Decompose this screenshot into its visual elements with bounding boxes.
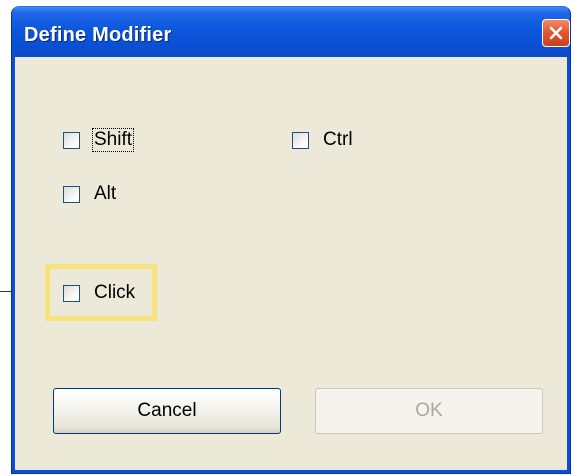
click-checkbox[interactable]: Click	[63, 281, 137, 305]
alt-checkbox-box[interactable]	[63, 185, 80, 203]
screenshot-stage: Define Modifier Shift Ctrl Alt Click Can…	[0, 0, 573, 476]
ctrl-checkbox-label: Ctrl	[323, 129, 353, 150]
close-button[interactable]	[542, 19, 570, 47]
alt-checkbox-label: Alt	[94, 183, 117, 204]
ok-button[interactable]: OK	[315, 388, 543, 434]
ctrl-checkbox-box[interactable]	[292, 131, 309, 149]
alt-checkbox[interactable]: Alt	[63, 182, 118, 206]
ctrl-checkbox[interactable]: Ctrl	[292, 128, 355, 152]
click-checkbox-box[interactable]	[63, 284, 80, 302]
shift-checkbox-label: Shift	[92, 128, 135, 152]
title-bar[interactable]: Define Modifier	[12, 7, 570, 57]
dialog-title: Define Modifier	[24, 24, 172, 46]
cancel-button[interactable]: Cancel	[53, 388, 281, 434]
close-icon	[549, 26, 563, 40]
click-checkbox-label: Click	[94, 282, 136, 303]
shift-checkbox-box[interactable]	[63, 131, 80, 149]
shift-checkbox[interactable]: Shift	[63, 128, 135, 152]
